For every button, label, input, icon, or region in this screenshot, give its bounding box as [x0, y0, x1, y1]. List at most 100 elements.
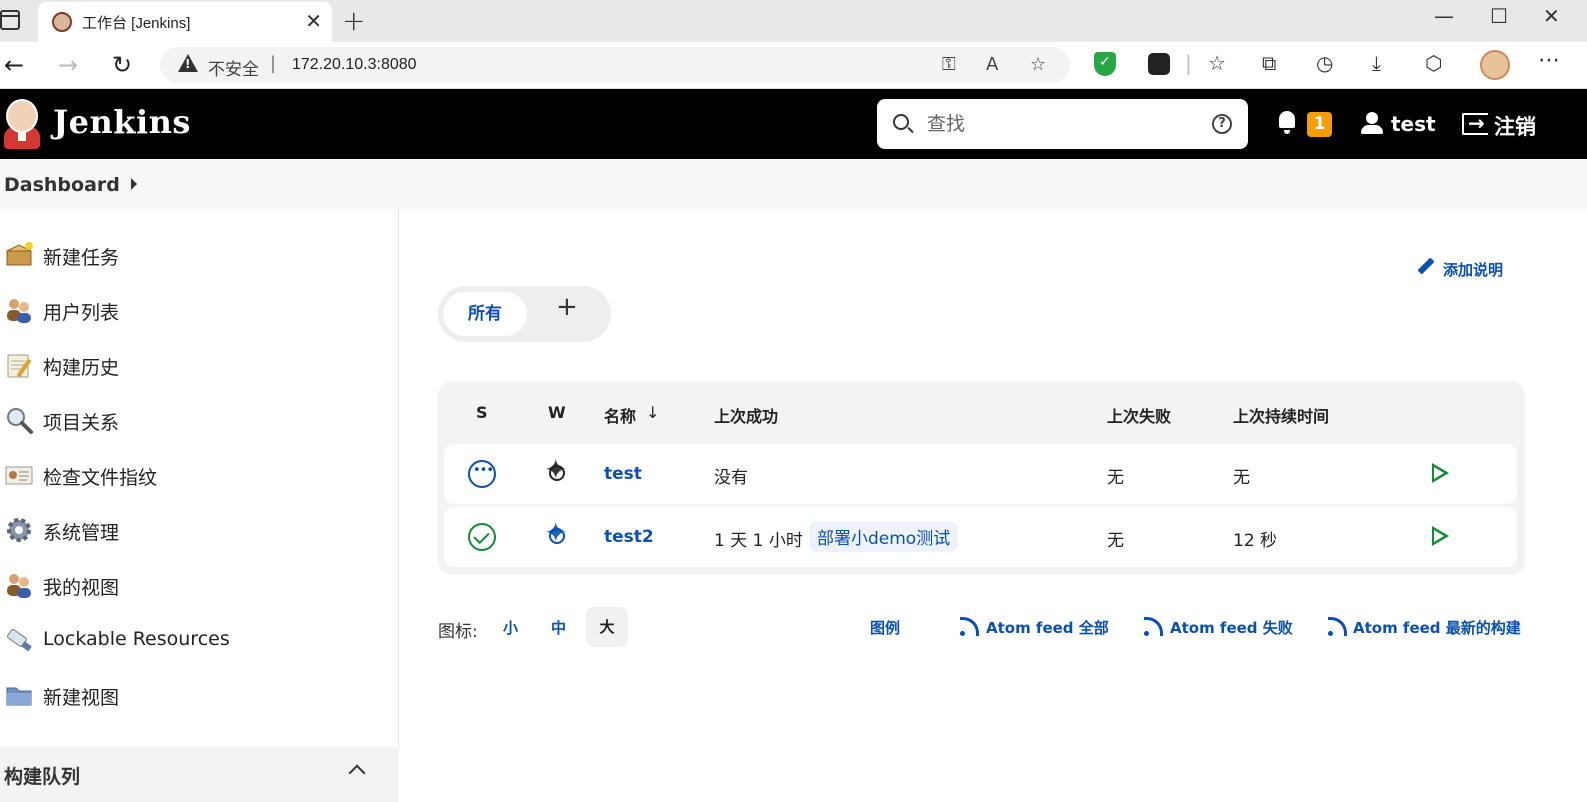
profile-avatar[interactable] — [1480, 50, 1510, 80]
icon-size-label: 图标: — [438, 622, 478, 642]
sidebar-item-label: 新建任务 — [43, 247, 120, 269]
header-last-success[interactable]: 上次成功 — [714, 403, 778, 427]
build-now-play-icon[interactable] — [1432, 463, 1449, 483]
key-icon[interactable]: ⚿ — [942, 54, 956, 75]
build-now-play-icon[interactable] — [1432, 526, 1449, 546]
browser-tab[interactable]: 工作台 [Jenkins] ✕ — [38, 2, 332, 42]
jenkins-title[interactable]: Jenkins — [53, 103, 191, 141]
people-icon — [7, 299, 31, 323]
pencil-icon[interactable] — [1418, 256, 1438, 276]
add-favorite-icon[interactable]: ☆ — [1030, 54, 1046, 75]
weather-sunny-icon[interactable] — [544, 456, 570, 486]
breadcrumb-dashboard[interactable]: Dashboard — [4, 174, 120, 196]
logout-link[interactable]: 注销 — [1494, 111, 1536, 141]
address-bar-row: ← → ↻ 不安全 | 172.20.10.3:8080 ⚿ A ☆ | ☆ ⧉… — [0, 42, 1587, 89]
help-icon[interactable]: ? — [1212, 114, 1232, 134]
logout-icon[interactable] — [1462, 111, 1488, 135]
adblock-shield-icon[interactable] — [1094, 52, 1116, 76]
legend-link[interactable]: 图例 — [870, 617, 900, 638]
header-name[interactable]: 名称 — [604, 403, 636, 427]
status-pending-icon[interactable] — [468, 460, 496, 488]
sidebar-item-label: 新建视图 — [43, 687, 120, 709]
forward-icon[interactable]: → — [58, 51, 78, 79]
more-menu-icon[interactable]: ⋯ — [1538, 48, 1561, 73]
rss-icon[interactable] — [1328, 617, 1348, 637]
reload-icon[interactable]: ↻ — [112, 51, 132, 79]
url-field[interactable]: 不安全 | 172.20.10.3:8080 ⚿ A ☆ — [160, 47, 1070, 83]
sidebar-item-label: 我的视图 — [43, 577, 120, 599]
toolbar-divider: | — [1185, 51, 1192, 75]
last-failure-cell: 无 — [1107, 468, 1124, 488]
back-icon[interactable]: ← — [4, 51, 24, 79]
atom-feed-failed-link[interactable]: Atom feed 失败 — [1170, 617, 1293, 638]
header-last-duration[interactable]: 上次持续时间 — [1233, 403, 1329, 427]
rss-icon[interactable] — [1144, 617, 1164, 637]
sidebar-item-label: 系统管理 — [43, 522, 120, 544]
usb-icon — [7, 629, 32, 652]
window-close-icon[interactable]: ✕ — [1543, 4, 1560, 28]
sort-arrow-icon[interactable]: ↓ — [646, 403, 659, 422]
header-last-failure[interactable]: 上次失败 — [1107, 403, 1171, 427]
sidebar-item-fingerprint[interactable]: 检查文件指纹 — [0, 454, 399, 498]
read-aloud-icon[interactable]: A — [986, 54, 998, 75]
table-row: test 没有 无 无 — [444, 444, 1517, 504]
add-view-tab[interactable]: + — [556, 292, 578, 322]
icon-size-small[interactable]: 小 — [503, 617, 518, 638]
view-tabs: 所有 + — [438, 286, 611, 342]
jenkins-logo-icon[interactable] — [2, 97, 40, 149]
status-success-icon[interactable] — [468, 523, 496, 551]
sidebar-item-my-views[interactable]: 我的视图 — [0, 564, 399, 608]
maximize-icon[interactable]: ☐ — [1490, 4, 1508, 28]
fingerprint-icon — [5, 466, 33, 485]
sidebar-item-project-relationship[interactable]: 项目关系 — [0, 399, 399, 443]
header-weather[interactable]: W — [548, 403, 566, 422]
notepad-icon — [7, 354, 32, 378]
icon-size-medium[interactable]: 中 — [551, 617, 566, 638]
job-link[interactable]: test2 — [604, 527, 654, 547]
build-queue-panel: 构建队列 — [0, 747, 399, 802]
last-success-cell: 1 天 1 小时 — [714, 531, 803, 551]
job-link[interactable]: test — [604, 464, 642, 484]
notification-badge[interactable]: 1 — [1307, 112, 1332, 137]
search-input[interactable] — [927, 111, 1197, 137]
url-text[interactable]: 172.20.10.3:8080 — [292, 56, 417, 74]
new-tab-button[interactable]: + — [342, 4, 365, 37]
download-icon[interactable]: ⤓ — [1372, 51, 1381, 75]
weather-sunny-icon[interactable] — [544, 519, 570, 549]
sidebar-item-lockable-resources[interactable]: Lockable Resources — [0, 619, 399, 663]
breadcrumb-caret-icon[interactable] — [131, 178, 137, 190]
build-queue-title[interactable]: 构建队列 — [4, 762, 80, 789]
chevron-up-icon[interactable] — [348, 764, 366, 782]
new-item-icon — [6, 242, 33, 266]
tab-close-icon[interactable]: ✕ — [305, 9, 322, 33]
add-description-link[interactable]: 添加说明 — [1443, 259, 1503, 280]
extension-icon[interactable] — [1148, 53, 1170, 75]
favorites-icon[interactable]: ☆ — [1208, 51, 1226, 75]
sidebar-item-new-item[interactable]: 新建任务 — [0, 234, 399, 278]
last-duration-cell: 无 — [1233, 468, 1250, 488]
icon-size-large[interactable]: 大 — [586, 607, 628, 647]
atom-feed-latest-link[interactable]: Atom feed 最新的构建 — [1353, 617, 1521, 638]
build-link[interactable]: 部署小demo测试 — [809, 521, 959, 552]
minimize-icon[interactable]: — — [1434, 4, 1454, 28]
atom-feed-all-link[interactable]: Atom feed 全部 — [986, 617, 1109, 638]
extensions-icon[interactable]: ⬡ — [1425, 51, 1442, 75]
last-duration-cell: 12 秒 — [1233, 531, 1278, 551]
collections-icon[interactable]: ⧉ — [1262, 51, 1276, 75]
sidebar-item-new-view[interactable]: 新建视图 — [0, 674, 399, 718]
sidebar-item-build-history[interactable]: 构建历史 — [0, 344, 399, 388]
bell-icon[interactable] — [1277, 111, 1297, 134]
history-icon[interactable]: ◷ — [1316, 51, 1333, 75]
url-separator: | — [270, 53, 277, 74]
header-status[interactable]: S — [476, 403, 488, 422]
rss-icon[interactable] — [960, 617, 980, 637]
main-content: 添加说明 所有 + S W 名称 ↓ 上次成功 上次失败 上次持续时间 test… — [400, 209, 1587, 802]
insecure-label[interactable]: 不安全 — [208, 55, 259, 80]
sidebar-item-people[interactable]: 用户列表 — [0, 289, 399, 333]
warning-icon[interactable] — [178, 54, 198, 72]
tab-actions-icon[interactable] — [0, 10, 20, 30]
user-icon[interactable] — [1361, 112, 1383, 134]
sidebar-item-manage[interactable]: 系统管理 — [0, 509, 399, 553]
tab-all[interactable]: 所有 — [443, 292, 527, 336]
user-name-link[interactable]: test — [1391, 112, 1436, 136]
